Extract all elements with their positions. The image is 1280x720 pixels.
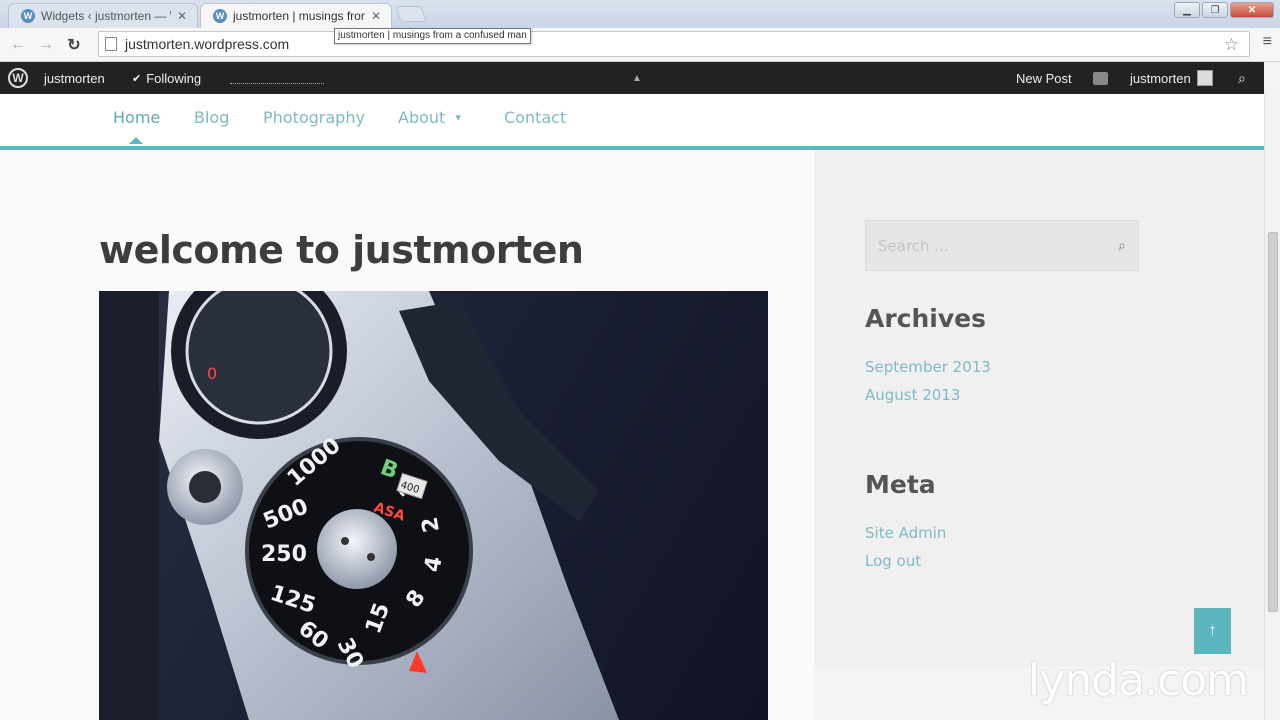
- camera-illustration: 0 1000 500 250 125 60 30 15 8 4 2 1: [99, 291, 619, 720]
- address-bar[interactable]: justmorten.wordpress.com ☆: [98, 31, 1250, 57]
- following-check-icon: ✔: [132, 72, 142, 85]
- admin-bar-username: justmorten: [1130, 70, 1191, 86]
- archive-link[interactable]: September 2013: [865, 358, 991, 376]
- meter-zero-mark: 0: [207, 364, 217, 383]
- search-input[interactable]: [878, 236, 1119, 255]
- tab-close-icon[interactable]: ✕: [177, 9, 187, 23]
- nav-home[interactable]: Home: [113, 108, 160, 127]
- admin-bar-following[interactable]: ✔ Following: [132, 62, 201, 94]
- notifications-button[interactable]: [1093, 62, 1108, 94]
- tab-title: justmorten | musings fron: [233, 9, 365, 23]
- meta-title: Meta: [865, 470, 936, 499]
- main-content: welcome to justmorten 0 1000 500 250 125…: [0, 150, 814, 720]
- admin-bar-search-icon[interactable]: ⌕: [1238, 62, 1246, 94]
- tab-close-icon[interactable]: ✕: [371, 9, 381, 23]
- meter-window: [185, 291, 333, 425]
- site-navigation: Home Blog Photography About ▾ Contact: [0, 94, 1264, 150]
- window-controls: ▁ ❐ ✕: [1174, 2, 1274, 18]
- page-scrollbar[interactable]: [1264, 94, 1280, 720]
- following-label: Following: [146, 70, 202, 86]
- tab-title: Widgets ‹ justmorten — W: [41, 9, 171, 23]
- lynda-watermark: lynda.com: [1028, 655, 1249, 706]
- nav-photography[interactable]: Photography: [263, 108, 365, 127]
- nav-contact[interactable]: Contact: [504, 108, 566, 127]
- maximize-button[interactable]: ❐: [1202, 2, 1228, 18]
- page-icon: [105, 37, 117, 51]
- back-to-top-button[interactable]: ↑: [1194, 608, 1231, 654]
- tab-widgets[interactable]: W Widgets ‹ justmorten — W ✕: [8, 3, 198, 28]
- bookmark-star-icon[interactable]: ☆: [1224, 35, 1239, 55]
- arrow-up-icon: ↑: [1208, 622, 1217, 639]
- archives-title: Archives: [865, 304, 986, 333]
- nav-blog[interactable]: Blog: [194, 108, 229, 127]
- wordpress-logo-icon: W: [8, 68, 28, 88]
- featured-image-camera: 0 1000 500 250 125 60 30 15 8 4 2 1: [99, 291, 768, 720]
- forward-arrow-icon[interactable]: →: [34, 33, 58, 57]
- sidebar-search: ⌕: [865, 220, 1139, 271]
- url-text: justmorten.wordpress.com: [125, 36, 290, 52]
- nav-about[interactable]: About ▾: [398, 108, 461, 127]
- browser-tab-strip: W Widgets ‹ justmorten — W ✕ W justmorte…: [0, 0, 1280, 28]
- wordpress-favicon-icon: W: [213, 9, 227, 23]
- dial-screw: [367, 553, 375, 561]
- browser-menu-icon[interactable]: ≡: [1263, 33, 1272, 51]
- current-page-indicator: [129, 137, 143, 144]
- dial-center-cap: [317, 509, 397, 589]
- tab-tooltip: justmorten | musings from a confused man: [334, 28, 531, 44]
- admin-bar-divider: [230, 83, 324, 84]
- site-admin-link[interactable]: Site Admin: [865, 524, 946, 542]
- wp-logo-button[interactable]: W: [8, 62, 28, 94]
- search-icon[interactable]: ⌕: [1118, 237, 1126, 254]
- dial-screw: [341, 537, 349, 545]
- archive-link[interactable]: August 2013: [865, 386, 960, 404]
- admin-bar-user-menu[interactable]: justmorten: [1130, 62, 1213, 94]
- scrollbar-thumb[interactable]: [1268, 232, 1278, 612]
- log-out-link[interactable]: Log out: [865, 552, 921, 570]
- sidebar: ⌕ Archives September 2013 August 2013 Me…: [814, 150, 1264, 666]
- small-knob-center: [189, 471, 221, 503]
- dial-number: 250: [261, 542, 307, 567]
- camera-dark-edge: [99, 291, 159, 720]
- chevron-down-icon: ▾: [455, 111, 461, 124]
- wordpress-favicon-icon: W: [21, 9, 35, 23]
- minimize-button[interactable]: ▁: [1174, 2, 1200, 18]
- notification-bubble-icon: [1093, 71, 1108, 85]
- tab-justmorten[interactable]: W justmorten | musings fron ✕: [200, 3, 392, 28]
- wp-admin-bar: W justmorten ✔ Following ▲ New Post just…: [0, 62, 1264, 94]
- avatar: [1196, 70, 1213, 86]
- window-close-button[interactable]: ✕: [1230, 2, 1274, 18]
- browser-toolbar: ← → ↻ justmorten.wordpress.com ☆ ≡: [0, 28, 1280, 62]
- new-tab-button[interactable]: [395, 6, 427, 22]
- new-post-button[interactable]: New Post: [1016, 62, 1072, 94]
- caret-up-icon[interactable]: ▲: [632, 62, 642, 94]
- back-arrow-icon[interactable]: ←: [6, 33, 30, 57]
- nav-about-label: About: [398, 108, 446, 127]
- admin-bar-site-link[interactable]: justmorten: [44, 62, 105, 94]
- reload-icon[interactable]: ↻: [62, 33, 86, 57]
- page-title: welcome to justmorten: [99, 228, 584, 272]
